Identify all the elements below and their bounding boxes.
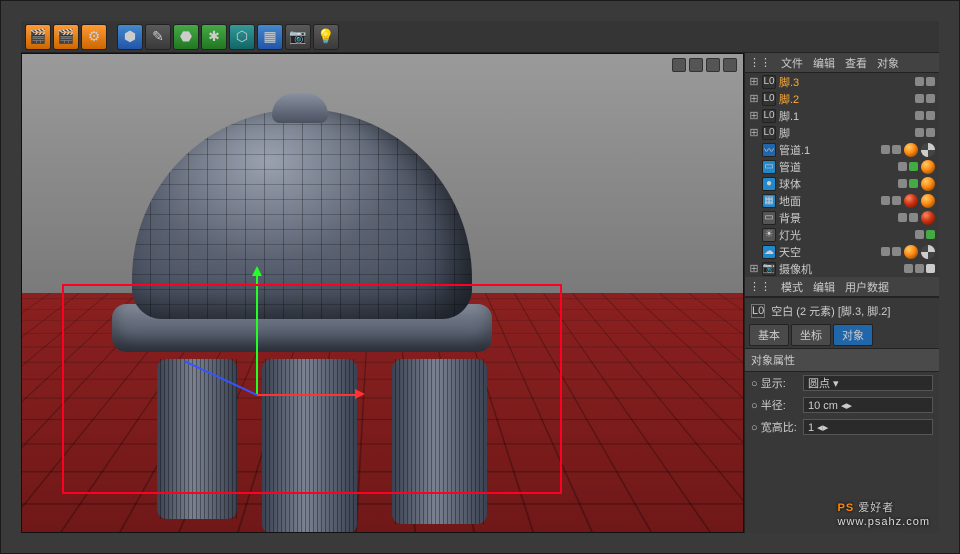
object-type-icon: 📷 — [762, 262, 776, 276]
tab-view[interactable]: 查看 — [845, 55, 867, 71]
tool-deformer[interactable]: ⬡ — [229, 24, 255, 50]
visibility-dots[interactable] — [898, 162, 918, 171]
expand-icon[interactable]: ⊞ — [749, 126, 759, 139]
attr-section-head: 对象属性 — [745, 348, 939, 372]
expand-icon[interactable]: ⊞ — [749, 92, 759, 105]
visibility-dots[interactable] — [915, 77, 935, 86]
tab-userdata[interactable]: 用户数据 — [845, 279, 889, 295]
visibility-dots[interactable] — [881, 196, 901, 205]
attr-input[interactable]: 1 ◂▸ — [803, 419, 933, 435]
tool-camera[interactable]: 📷 — [285, 24, 311, 50]
tool-nurbs[interactable]: ⬣ — [173, 24, 199, 50]
object-type-icon: ▭ — [762, 211, 776, 225]
om-row[interactable]: ⊞ L0 脚 — [745, 124, 939, 141]
tab-object[interactable]: 对象 — [877, 55, 899, 71]
om-row[interactable]: ☀ 灯光 — [745, 226, 939, 243]
om-row[interactable]: ⊞ 📷 摄像机 — [745, 260, 939, 277]
om-row[interactable]: ● 球体 — [745, 175, 939, 192]
attr-row: ○ 显示: 圆点 ▾ — [745, 372, 939, 394]
tab-edit[interactable]: 编辑 — [813, 55, 835, 71]
expand-icon[interactable]: ⊞ — [749, 75, 759, 88]
watermark: PS 爱好者 www.psahz.com — [838, 498, 930, 528]
object-type-icon: ▭ — [762, 160, 776, 174]
object-type-icon: 〰 — [762, 143, 776, 157]
object-type-icon: ☁ — [762, 245, 776, 259]
attr-input[interactable]: 圆点 ▾ — [803, 375, 933, 391]
tab-edit2[interactable]: 编辑 — [813, 279, 835, 295]
object-label[interactable]: 脚.3 — [779, 74, 912, 90]
attr-label: ○ 宽高比: — [751, 419, 797, 435]
tab-obj[interactable]: 对象 — [833, 324, 873, 346]
object-type-icon: L0 — [762, 75, 776, 89]
visibility-dots[interactable] — [881, 145, 901, 154]
attr-row: ○ 半径: 10 cm ◂▸ — [745, 394, 939, 416]
object-label[interactable]: 背景 — [779, 210, 895, 226]
om-row[interactable]: ☁ 天空 — [745, 243, 939, 260]
object-label[interactable]: 管道 — [779, 159, 895, 175]
object-label[interactable]: 脚.2 — [779, 91, 912, 107]
tool-light[interactable]: 💡 — [313, 24, 339, 50]
tab-basic[interactable]: 基本 — [749, 324, 789, 346]
expand-icon[interactable]: ⊞ — [749, 262, 759, 275]
object-type-icon: L0 — [762, 109, 776, 123]
visibility-dots[interactable] — [915, 111, 935, 120]
visibility-dots[interactable] — [915, 94, 935, 103]
attr-input[interactable]: 10 cm ◂▸ — [803, 397, 933, 413]
attr-label: ○ 半径: — [751, 397, 797, 413]
tab-file[interactable]: 文件 — [781, 55, 803, 71]
attr-row: ○ 宽高比: 1 ◂▸ — [745, 416, 939, 438]
main-toolbar: 🎬 🎬 ⚙ ⬢ ✎ ⬣ ✱ ⬡ ▦ 📷 💡 — [21, 21, 939, 53]
visibility-dots[interactable] — [915, 230, 935, 239]
model-dome — [102, 109, 502, 429]
object-type-icon: ☀ — [762, 228, 776, 242]
object-type-icon: L0 — [762, 92, 776, 106]
tool-render-2[interactable]: 🎬 — [53, 24, 79, 50]
tool-render-settings[interactable]: ⚙ — [81, 24, 107, 50]
object-type-icon: ▦ — [762, 194, 776, 208]
object-label[interactable]: 脚 — [779, 125, 912, 141]
attr-label: ○ 显示: — [751, 375, 797, 391]
tab-coord[interactable]: 坐标 — [791, 324, 831, 346]
viewport-3d[interactable] — [21, 53, 744, 533]
tool-array[interactable]: ✱ — [201, 24, 227, 50]
object-type-icon: ● — [762, 177, 776, 191]
om-row[interactable]: ⊞ L0 脚.1 — [745, 107, 939, 124]
om-row[interactable]: 〰 管道.1 — [745, 141, 939, 158]
object-label[interactable]: 球体 — [779, 176, 895, 192]
tool-render-1[interactable]: 🎬 — [25, 24, 51, 50]
attribute-tabs: ⋮⋮ 模式 编辑 用户数据 — [745, 277, 939, 297]
om-row[interactable]: ▦ 地面 — [745, 192, 939, 209]
visibility-dots[interactable] — [915, 128, 935, 137]
viewport-nav-icons[interactable] — [672, 58, 737, 72]
visibility-dots[interactable] — [904, 264, 935, 273]
tab-mode[interactable]: 模式 — [781, 279, 803, 295]
object-label[interactable]: 脚.1 — [779, 108, 912, 124]
tool-cube[interactable]: ⬢ — [117, 24, 143, 50]
null-icon: L0 — [751, 304, 765, 318]
expand-icon[interactable]: ⊞ — [749, 109, 759, 122]
object-label[interactable]: 天空 — [779, 244, 878, 260]
visibility-dots[interactable] — [898, 213, 918, 222]
object-type-icon: L0 — [762, 126, 776, 140]
right-panel: ⋮⋮ 文件 编辑 查看 对象 ⊞ L0 脚.3 ⊞ L0 脚.2 ⊞ L0 脚.… — [744, 53, 939, 533]
om-row[interactable]: ⊞ L0 脚.3 — [745, 73, 939, 90]
om-row[interactable]: ▭ 背景 — [745, 209, 939, 226]
tool-pen[interactable]: ✎ — [145, 24, 171, 50]
visibility-dots[interactable] — [881, 247, 901, 256]
object-label[interactable]: 管道.1 — [779, 142, 878, 158]
object-manager-tabs: ⋮⋮ 文件 编辑 查看 对象 — [745, 53, 939, 73]
object-manager[interactable]: ⊞ L0 脚.3 ⊞ L0 脚.2 ⊞ L0 脚.1 ⊞ L0 脚 〰 管道.1… — [745, 73, 939, 277]
om-row[interactable]: ▭ 管道 — [745, 158, 939, 175]
object-label[interactable]: 灯光 — [779, 227, 912, 243]
visibility-dots[interactable] — [898, 179, 918, 188]
object-label[interactable]: 摄像机 — [779, 261, 901, 277]
om-row[interactable]: ⊞ L0 脚.2 — [745, 90, 939, 107]
selection-info: 空白 (2 元素) [脚.3, 脚.2] — [771, 303, 890, 319]
tool-floor[interactable]: ▦ — [257, 24, 283, 50]
object-label[interactable]: 地面 — [779, 193, 878, 209]
